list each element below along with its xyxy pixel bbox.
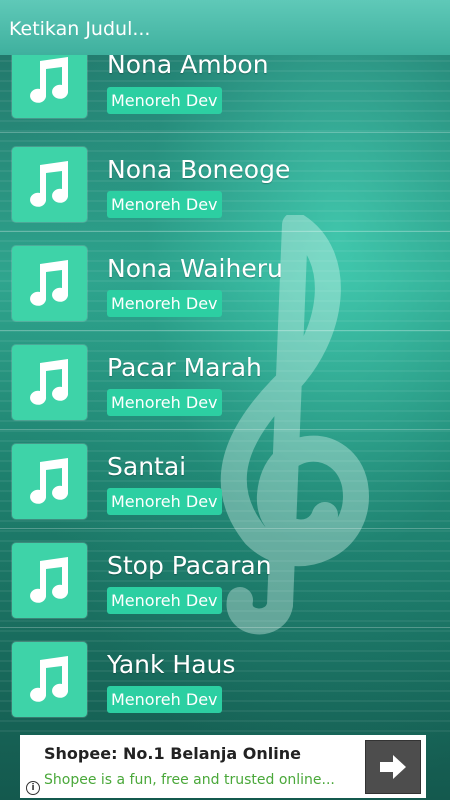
music-note-icon: [12, 147, 87, 222]
song-title: Santai: [107, 452, 187, 481]
app-title-bar: Ketikan Judul...: [0, 0, 450, 55]
music-note-icon: [12, 444, 87, 519]
song-title: Pacar Marah: [107, 353, 262, 382]
song-title: Stop Pacaran: [107, 551, 272, 580]
artist-badge: Menoreh Dev: [107, 488, 222, 515]
song-item[interactable]: Santai Menoreh Dev: [0, 430, 450, 529]
info-icon[interactable]: i: [26, 781, 40, 795]
artist-badge: Menoreh Dev: [107, 87, 222, 114]
artist-badge: Menoreh Dev: [107, 587, 222, 614]
artist-badge: Menoreh Dev: [107, 389, 222, 416]
artist-badge: Menoreh Dev: [107, 191, 222, 218]
ad-subtitle: Shopee is a fun, free and trusted online…: [44, 772, 335, 788]
ad-banner[interactable]: i Shopee: No.1 Belanja Online Shopee is …: [20, 735, 426, 798]
song-title: Yank Haus: [107, 650, 236, 679]
arrow-right-icon: [380, 755, 406, 779]
song-item[interactable]: Yank Haus Menoreh Dev: [0, 628, 450, 727]
search-title[interactable]: Ketikan Judul...: [9, 18, 150, 40]
artist-badge: Menoreh Dev: [107, 686, 222, 713]
song-title: Nona Boneoge: [107, 155, 291, 184]
song-item[interactable]: Nona Waiheru Menoreh Dev: [0, 232, 450, 331]
song-item[interactable]: Pacar Marah Menoreh Dev: [0, 331, 450, 430]
ad-cta-button[interactable]: [365, 740, 421, 794]
song-list[interactable]: Nona Ambon Menoreh Dev Nona Boneoge Meno…: [0, 40, 450, 736]
song-title: Nona Waiheru: [107, 254, 283, 283]
music-note-icon: [12, 543, 87, 618]
music-note-icon: [12, 246, 87, 321]
music-note-icon: [12, 345, 87, 420]
song-item[interactable]: Nona Boneoge Menoreh Dev: [0, 133, 450, 232]
ad-title: Shopee: No.1 Belanja Online: [44, 744, 301, 763]
song-item[interactable]: Stop Pacaran Menoreh Dev: [0, 529, 450, 628]
music-note-icon: [12, 642, 87, 717]
artist-badge: Menoreh Dev: [107, 290, 222, 317]
